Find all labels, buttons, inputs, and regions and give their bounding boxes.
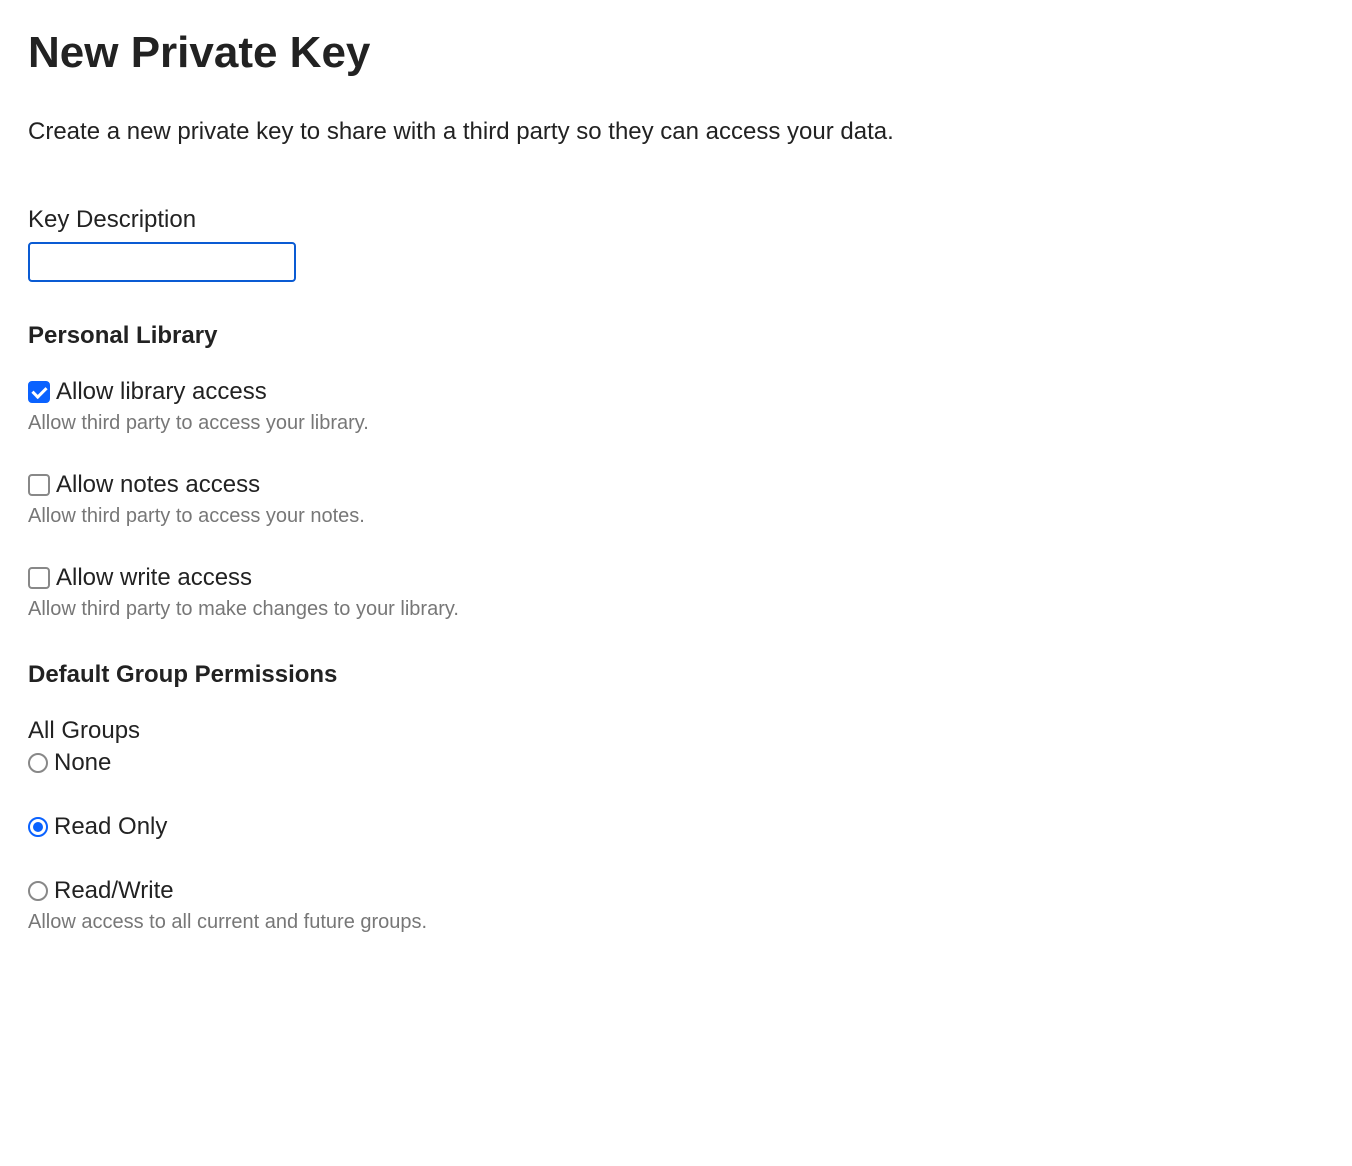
group-permission-read-write-radio[interactable] bbox=[28, 881, 48, 901]
group-permissions-heading: Default Group Permissions bbox=[28, 661, 1324, 689]
allow-library-access-label: Allow library access bbox=[56, 378, 267, 406]
allow-write-access-description: Allow third party to make changes to you… bbox=[28, 598, 1324, 621]
key-description-input[interactable] bbox=[28, 242, 296, 282]
group-permission-read-write-label: Read/Write bbox=[54, 877, 174, 905]
group-permission-none-label: None bbox=[54, 749, 111, 777]
group-permission-none-radio[interactable] bbox=[28, 753, 48, 773]
group-permissions-radio-group: None Read Only Read/Write Allow access t… bbox=[28, 749, 1324, 934]
allow-notes-access-checkbox[interactable] bbox=[28, 474, 50, 496]
allow-library-access-checkbox[interactable] bbox=[28, 381, 50, 403]
allow-notes-access-label: Allow notes access bbox=[56, 471, 260, 499]
allow-library-access-description: Allow third party to access your library… bbox=[28, 412, 1324, 435]
personal-library-heading: Personal Library bbox=[28, 322, 1324, 350]
group-permissions-footer-description: Allow access to all current and future g… bbox=[28, 911, 1324, 934]
allow-write-access-label: Allow write access bbox=[56, 564, 252, 592]
allow-notes-access-option: Allow notes access Allow third party to … bbox=[28, 471, 1324, 528]
all-groups-label: All Groups bbox=[28, 717, 1324, 745]
page-title: New Private Key bbox=[28, 28, 1324, 78]
page-subtitle: Create a new private key to share with a… bbox=[28, 118, 1324, 146]
allow-write-access-option: Allow write access Allow third party to … bbox=[28, 564, 1324, 621]
allow-notes-access-description: Allow third party to access your notes. bbox=[28, 505, 1324, 528]
group-permission-none-option: None bbox=[28, 749, 1324, 777]
group-permission-read-only-option: Read Only bbox=[28, 813, 1324, 841]
group-permission-read-only-radio[interactable] bbox=[28, 817, 48, 837]
group-permission-read-only-label: Read Only bbox=[54, 813, 167, 841]
group-permission-read-write-option: Read/Write Allow access to all current a… bbox=[28, 877, 1324, 934]
allow-library-access-option: Allow library access Allow third party t… bbox=[28, 378, 1324, 435]
key-description-label: Key Description bbox=[28, 206, 1324, 234]
allow-write-access-checkbox[interactable] bbox=[28, 567, 50, 589]
